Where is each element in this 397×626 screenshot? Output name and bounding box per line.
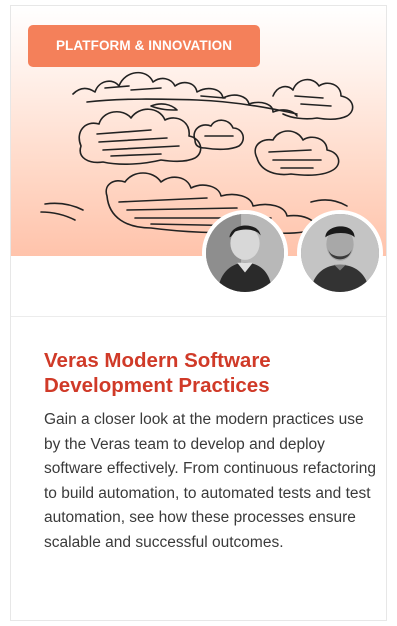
card-divider: [11, 316, 386, 317]
speaker-avatar-2: [297, 210, 383, 296]
person-photo-icon: [301, 214, 379, 292]
person-photo-icon: [206, 214, 284, 292]
card-description: Gain a closer look at the modern practic…: [44, 411, 376, 551]
session-card[interactable]: PLATFORM & INNOVATION Veras Modern Softw…: [10, 5, 387, 621]
card-title[interactable]: Veras Modern Software Development Practi…: [44, 348, 374, 398]
category-badge: PLATFORM & INNOVATION: [28, 25, 260, 67]
speaker-avatar-1: [202, 210, 288, 296]
